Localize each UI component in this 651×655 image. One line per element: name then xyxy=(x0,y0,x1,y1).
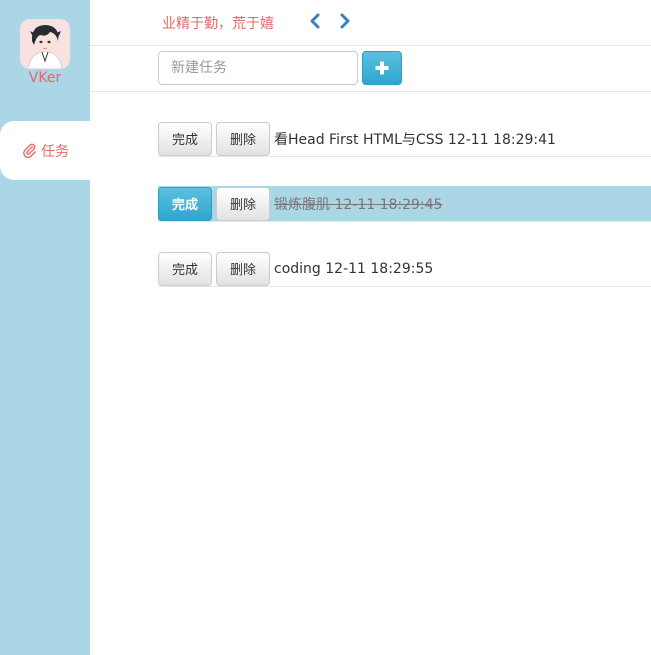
chevron-left-icon[interactable] xyxy=(308,12,322,30)
complete-button[interactable]: 完成 xyxy=(158,121,212,156)
task-row: 完成 删除 看Head First HTML与CSS 12-11 18:29:4… xyxy=(158,121,651,157)
add-task-bar xyxy=(90,46,651,92)
username: VKer xyxy=(28,70,62,86)
delete-button[interactable]: 删除 xyxy=(216,186,270,221)
motto-text: 业精于勤，荒于嬉 xyxy=(162,16,274,32)
task-text: 锻炼腹肌 12-11 18:29:45 xyxy=(274,196,443,213)
task-text: 看Head First HTML与CSS 12-11 18:29:41 xyxy=(274,131,556,148)
paperclip-icon xyxy=(22,143,37,158)
header: 业精于勤，荒于嬉 xyxy=(90,0,651,46)
complete-button[interactable]: 完成 xyxy=(158,251,212,286)
avatar[interactable] xyxy=(20,19,70,69)
chevron-right-icon[interactable] xyxy=(338,12,352,30)
sidebar-item-label: 任务 xyxy=(41,143,69,160)
task-row: 完成 删除 coding 12-11 18:29:55 xyxy=(158,251,651,287)
task-row: 完成 删除 锻炼腹肌 12-11 18:29:45 xyxy=(158,186,651,222)
plus-icon xyxy=(375,61,389,75)
new-task-input[interactable] xyxy=(158,51,358,85)
add-task-button[interactable] xyxy=(362,51,402,85)
complete-button[interactable]: 完成 xyxy=(158,186,212,221)
sidebar-item-tasks[interactable]: 任务 xyxy=(0,121,91,180)
task-text: coding 12-11 18:29:55 xyxy=(274,260,434,277)
delete-button[interactable]: 删除 xyxy=(216,121,270,156)
sidebar: VKer 任务 xyxy=(0,0,91,655)
delete-button[interactable]: 删除 xyxy=(216,251,270,286)
